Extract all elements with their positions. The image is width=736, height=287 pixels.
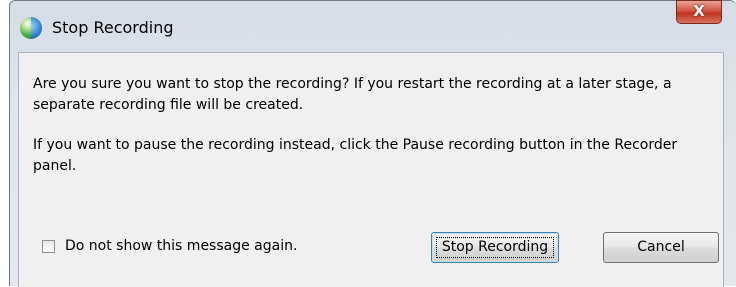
cancel-button[interactable]: Cancel bbox=[603, 232, 719, 263]
close-icon: X bbox=[693, 2, 705, 20]
pause-hint-message: If you want to pause the recording inste… bbox=[33, 137, 678, 174]
title-bar[interactable]: Stop Recording X bbox=[10, 0, 736, 51]
stop-recording-button[interactable]: Stop Recording bbox=[431, 232, 559, 263]
dont-show-again-label: Do not show this message again. bbox=[65, 238, 298, 254]
dont-show-again-option[interactable]: Do not show this message again. bbox=[42, 238, 297, 254]
confirmation-message: Are you sure you want to stop the record… bbox=[33, 76, 672, 113]
dont-show-again-checkbox[interactable] bbox=[42, 239, 55, 253]
stop-recording-dialog: Stop Recording X Are you sure you want t… bbox=[9, 0, 736, 287]
dialog-body: Are you sure you want to stop the record… bbox=[18, 52, 724, 287]
globe-icon bbox=[20, 17, 42, 39]
stop-recording-button-label: Stop Recording bbox=[441, 239, 549, 255]
dialog-title: Stop Recording bbox=[52, 18, 174, 37]
close-button[interactable]: X bbox=[676, 0, 722, 24]
cancel-button-label: Cancel bbox=[637, 239, 685, 255]
